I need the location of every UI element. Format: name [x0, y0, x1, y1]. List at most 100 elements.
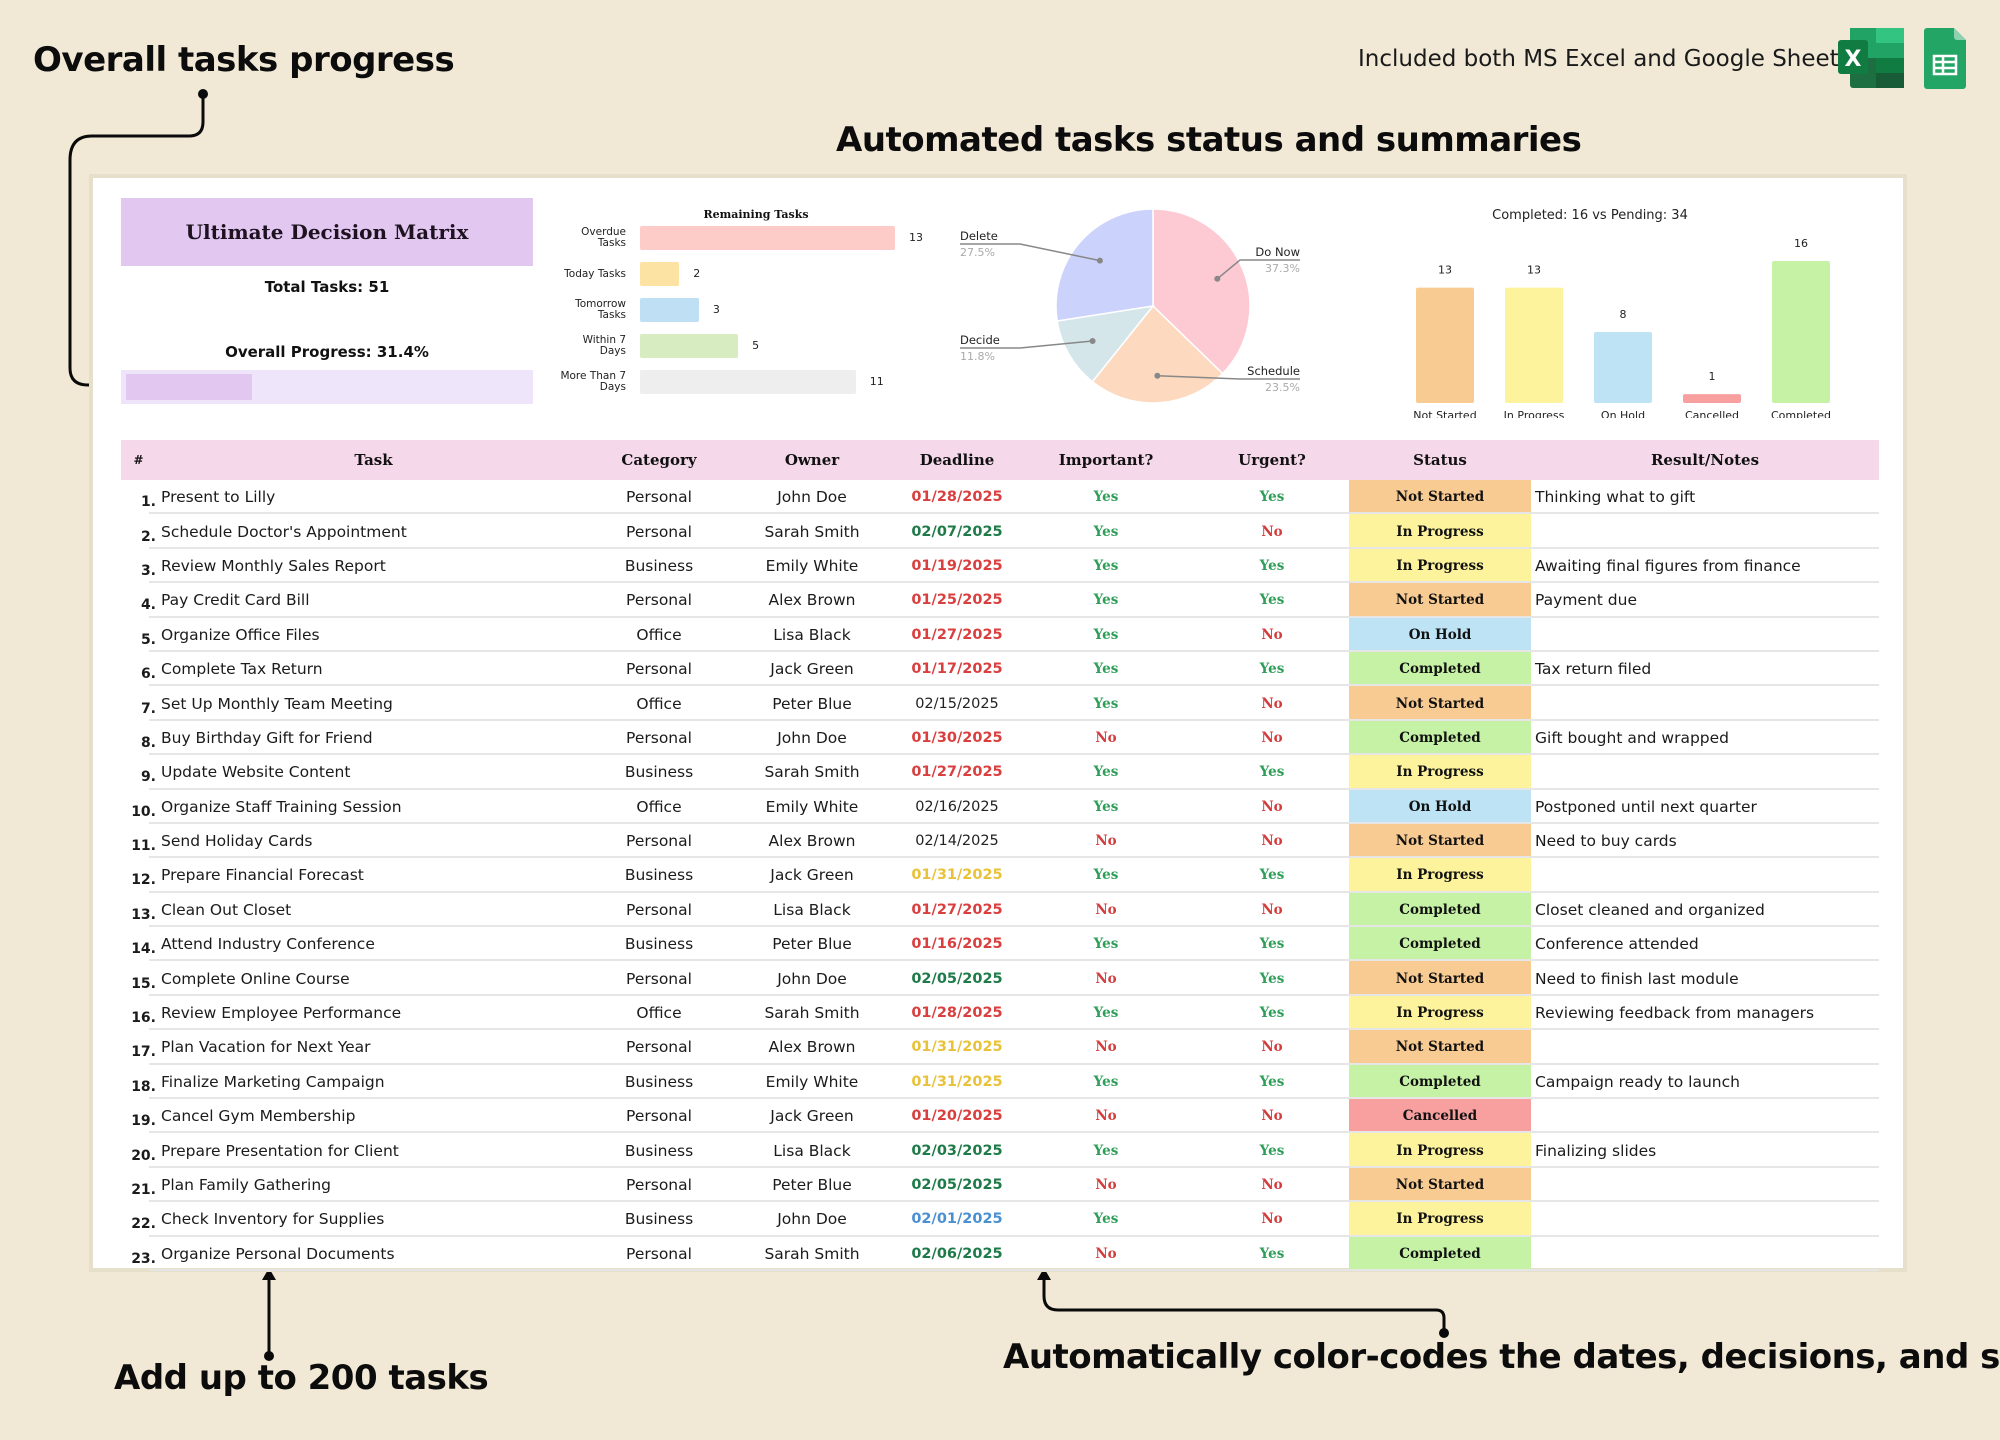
notes-cell[interactable]: Finalizing slides — [1531, 1133, 1879, 1167]
category-cell[interactable]: Personal — [591, 1237, 727, 1271]
row-number[interactable]: 17. — [121, 1030, 156, 1064]
status-cell[interactable]: Completed — [1349, 892, 1531, 928]
header-important[interactable]: Important? — [1017, 451, 1195, 469]
category-cell[interactable]: Personal — [591, 583, 727, 617]
category-cell[interactable]: Business — [591, 755, 727, 789]
notes-cell[interactable]: Postponed until next quarter — [1531, 790, 1879, 824]
notes-cell[interactable] — [1531, 1099, 1879, 1133]
deadline-cell[interactable]: 01/20/2025 — [897, 1099, 1017, 1133]
row-number[interactable]: 12. — [121, 858, 156, 892]
important-cell[interactable]: No — [1017, 893, 1195, 927]
category-cell[interactable]: Personal — [591, 1030, 727, 1064]
urgent-cell[interactable]: No — [1195, 824, 1349, 858]
category-cell[interactable]: Business — [591, 549, 727, 583]
status-cell[interactable]: Completed — [1349, 1064, 1531, 1100]
deadline-cell[interactable]: 01/27/2025 — [897, 893, 1017, 927]
owner-cell[interactable]: Jack Green — [727, 1099, 897, 1133]
urgent-cell[interactable]: No — [1195, 618, 1349, 652]
header-notes[interactable]: Result/Notes — [1531, 451, 1879, 469]
status-cell[interactable]: Not Started — [1349, 480, 1531, 515]
urgent-cell[interactable]: No — [1195, 1099, 1349, 1133]
urgent-cell[interactable]: Yes — [1195, 652, 1349, 686]
row-number[interactable]: 4. — [121, 583, 156, 617]
important-cell[interactable]: No — [1017, 1099, 1195, 1133]
deadline-cell[interactable]: 02/05/2025 — [897, 1168, 1017, 1202]
table-row[interactable]: 10. Organize Staff Training Session Office… — [121, 789, 1879, 825]
deadline-cell[interactable]: 01/19/2025 — [897, 549, 1017, 583]
status-cell[interactable]: Not Started — [1349, 1030, 1531, 1065]
urgent-cell[interactable]: Yes — [1195, 583, 1349, 617]
category-cell[interactable]: Business — [591, 858, 727, 892]
task-name-cell[interactable]: Check Inventory for Supplies — [156, 1202, 591, 1236]
row-number[interactable]: 14. — [121, 927, 156, 961]
table-row[interactable]: 23. Organize Personal Documents Personal Sa… — [121, 1236, 1879, 1272]
deadline-cell[interactable]: 01/28/2025 — [897, 480, 1017, 514]
table-row[interactable]: 5. Organize Office Files Office Lisa Black 0… — [121, 617, 1879, 653]
important-cell[interactable]: Yes — [1017, 652, 1195, 686]
row-number[interactable]: 7. — [121, 686, 156, 720]
deadline-cell[interactable]: 02/03/2025 — [897, 1133, 1017, 1167]
task-name-cell[interactable]: Attend Industry Conference — [156, 927, 591, 961]
task-name-cell[interactable]: Set Up Monthly Team Meeting — [156, 686, 591, 720]
table-row[interactable]: 4. Pay Credit Card Bill Personal Alex Brown… — [121, 583, 1879, 618]
task-name-cell[interactable]: Send Holiday Cards — [156, 824, 591, 858]
important-cell[interactable]: Yes — [1017, 686, 1195, 720]
notes-cell[interactable] — [1531, 618, 1879, 652]
header-deadline[interactable]: Deadline — [897, 451, 1017, 469]
owner-cell[interactable]: Lisa Black — [727, 893, 897, 927]
table-row[interactable]: 2. Schedule Doctor's Appointment Personal S… — [121, 514, 1879, 550]
deadline-cell[interactable]: 01/17/2025 — [897, 652, 1017, 686]
task-name-cell[interactable]: Plan Family Gathering — [156, 1168, 591, 1202]
urgent-cell[interactable]: Yes — [1195, 755, 1349, 789]
header-task[interactable]: Task — [156, 451, 591, 469]
table-row[interactable]: 14. Attend Industry Conference Business Pet… — [121, 927, 1879, 962]
status-cell[interactable]: Not Started — [1349, 823, 1531, 859]
notes-cell[interactable]: Tax return filed — [1531, 652, 1879, 686]
task-name-cell[interactable]: Organize Staff Training Session — [156, 790, 591, 824]
row-number[interactable]: 16. — [121, 996, 156, 1030]
task-name-cell[interactable]: Complete Tax Return — [156, 652, 591, 686]
deadline-cell[interactable]: 01/25/2025 — [897, 583, 1017, 617]
owner-cell[interactable]: Alex Brown — [727, 583, 897, 617]
important-cell[interactable]: No — [1017, 721, 1195, 755]
table-row[interactable]: 19. Cancel Gym Membership Personal Jack Gre… — [121, 1099, 1879, 1134]
row-number[interactable]: 2. — [121, 514, 156, 548]
status-cell[interactable]: Not Started — [1349, 1167, 1531, 1203]
status-cell[interactable]: In Progress — [1349, 995, 1531, 1031]
urgent-cell[interactable]: No — [1195, 514, 1349, 548]
deadline-cell[interactable]: 01/27/2025 — [897, 755, 1017, 789]
task-name-cell[interactable]: Organize Personal Documents — [156, 1237, 591, 1271]
category-cell[interactable]: Office — [591, 618, 727, 652]
deadline-cell[interactable]: 01/31/2025 — [897, 1030, 1017, 1064]
owner-cell[interactable]: Peter Blue — [727, 686, 897, 720]
task-name-cell[interactable]: Clean Out Closet — [156, 893, 591, 927]
owner-cell[interactable]: Alex Brown — [727, 1030, 897, 1064]
owner-cell[interactable]: Lisa Black — [727, 618, 897, 652]
owner-cell[interactable]: Emily White — [727, 549, 897, 583]
task-name-cell[interactable]: Review Monthly Sales Report — [156, 549, 591, 583]
urgent-cell[interactable]: Yes — [1195, 480, 1349, 514]
table-row[interactable]: 17. Plan Vacation for Next Year Personal Al… — [121, 1030, 1879, 1066]
important-cell[interactable]: Yes — [1017, 583, 1195, 617]
owner-cell[interactable]: Sarah Smith — [727, 996, 897, 1030]
category-cell[interactable]: Personal — [591, 514, 727, 548]
important-cell[interactable]: No — [1017, 1030, 1195, 1064]
urgent-cell[interactable]: No — [1195, 790, 1349, 824]
urgent-cell[interactable]: No — [1195, 1168, 1349, 1202]
important-cell[interactable]: Yes — [1017, 755, 1195, 789]
urgent-cell[interactable]: Yes — [1195, 1065, 1349, 1099]
row-number[interactable]: 21. — [121, 1168, 156, 1202]
task-name-cell[interactable]: Plan Vacation for Next Year — [156, 1030, 591, 1064]
urgent-cell[interactable]: No — [1195, 1030, 1349, 1064]
deadline-cell[interactable]: 02/01/2025 — [897, 1202, 1017, 1236]
important-cell[interactable]: Yes — [1017, 549, 1195, 583]
notes-cell[interactable] — [1531, 1030, 1879, 1064]
important-cell[interactable]: Yes — [1017, 858, 1195, 892]
owner-cell[interactable]: Emily White — [727, 1065, 897, 1099]
owner-cell[interactable]: John Doe — [727, 1202, 897, 1236]
task-name-cell[interactable]: Schedule Doctor's Appointment — [156, 514, 591, 548]
notes-cell[interactable]: Conference attended — [1531, 927, 1879, 961]
row-number[interactable]: 8. — [121, 721, 156, 755]
table-row[interactable]: 21. Plan Family Gathering Personal Peter Bl… — [121, 1167, 1879, 1203]
row-number[interactable]: 18. — [121, 1065, 156, 1099]
